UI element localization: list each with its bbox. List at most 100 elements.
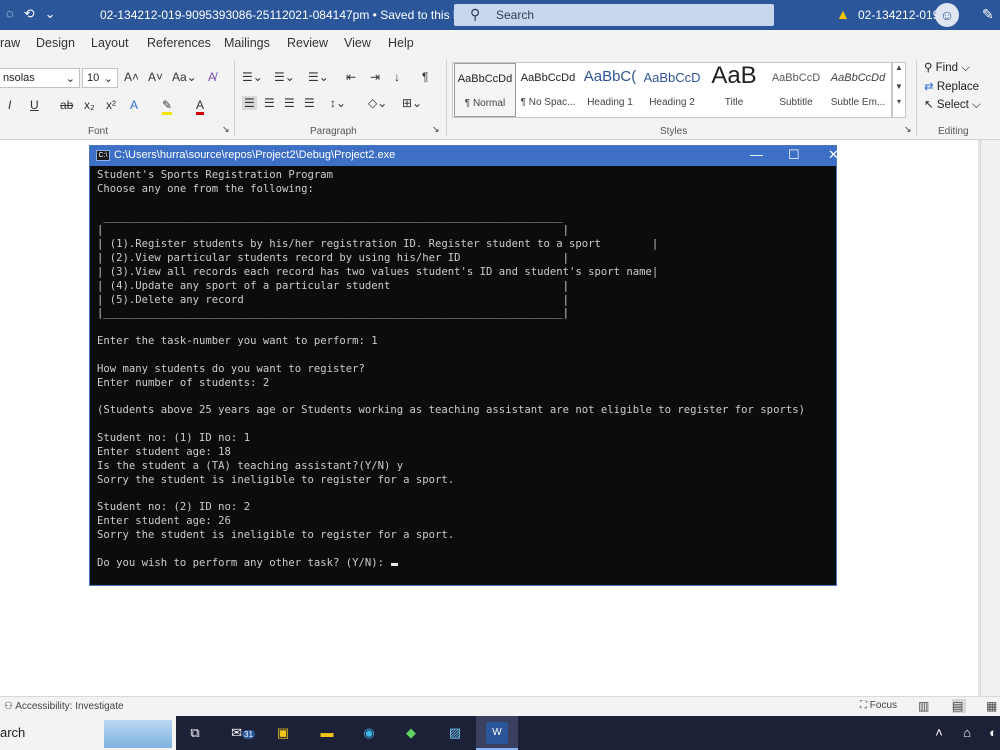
focus-label: Focus [869, 700, 898, 711]
superscript-icon[interactable]: x² [106, 98, 116, 112]
style-heading-1[interactable]: AaBbC( Heading 1 [579, 63, 641, 117]
tab-layout[interactable]: Layout [91, 36, 129, 50]
print-layout-icon[interactable]: ▤ [952, 699, 966, 713]
increase-indent-icon[interactable]: ⇥ [370, 70, 380, 84]
align-center-icon[interactable]: ☰ [264, 96, 275, 110]
more-styles-icon[interactable]: ▾ [893, 97, 905, 106]
tab-mailings[interactable]: Mailings [224, 36, 270, 50]
shrink-font-icon[interactable]: A˅ [148, 70, 163, 84]
chevron-down-icon: ⌄ [103, 73, 113, 85]
style-preview: AaBbCcDd [830, 72, 886, 84]
account-name[interactable]: 02-134212-019 [858, 8, 939, 22]
search-box[interactable]: ⚲ Search [454, 4, 774, 26]
autosave-icon[interactable]: ◌ [6, 6, 14, 22]
style-subtitle[interactable]: AaBbCcD Subtitle [765, 63, 827, 117]
styles-dialog-icon[interactable]: ↘ [904, 124, 912, 135]
clion-icon[interactable]: ◆ [400, 722, 422, 744]
paragraph-dialog-icon[interactable]: ↘ [432, 124, 440, 135]
style-name: Heading 2 [649, 97, 695, 108]
tab-help[interactable]: Help [388, 36, 414, 50]
font-size-value: 10 [87, 72, 100, 84]
accessibility-label: Accessibility: Investigate [15, 701, 124, 712]
taskbar: arch ⧉ ✉ 31 ▣ ▬ ◉ ◆ ▨ W ˄ ⌂ ◐ [0, 716, 1000, 750]
tab-design[interactable]: Design [36, 36, 75, 50]
document-title[interactable]: 02-134212-019-9095393086-25112021-084147… [100, 8, 482, 23]
decrease-indent-icon[interactable]: ⇤ [346, 70, 356, 84]
italic-icon[interactable]: I [8, 98, 11, 112]
maximize-icon[interactable]: ☐ [788, 147, 800, 163]
focus-button[interactable]: ⛶ Focus [860, 700, 897, 711]
chevron-down-icon[interactable]: ▼ [893, 82, 905, 91]
style-title[interactable]: AaB Title [703, 62, 765, 117]
style-no-spacing[interactable]: AaBbCcDd ¶ No Spac... [517, 63, 579, 117]
chevron-up-icon[interactable]: ˄ [928, 722, 950, 744]
minimize-icon[interactable]: — [750, 147, 763, 162]
tab-review[interactable]: Review [287, 36, 328, 50]
pen-icon[interactable]: ✎ [982, 6, 994, 23]
network-icon[interactable]: ⌂ [956, 722, 978, 744]
undo-icon[interactable]: ⟲ [24, 6, 35, 22]
edge-icon[interactable]: ◉ [358, 722, 380, 744]
editing-group-label: Editing [938, 126, 969, 137]
quick-access-toolbar: ◌ ⟲ ⌄ [6, 6, 56, 22]
volume-icon[interactable]: ◐ [982, 722, 1000, 744]
calendar-icon[interactable]: ✉ 31 [228, 722, 258, 744]
avatar[interactable]: ☺ [935, 3, 959, 27]
sort-icon[interactable]: ↓ [394, 70, 400, 84]
highlight-icon[interactable]: ✎ [162, 98, 173, 115]
search-label: Search [496, 8, 535, 22]
close-icon[interactable]: ✕ [828, 147, 839, 163]
replace-button[interactable]: ⇄ Replace [924, 79, 981, 93]
store-icon[interactable]: ▣ [272, 722, 294, 744]
underline-icon[interactable]: U [30, 98, 39, 112]
focus-icon: ⛶ [860, 700, 870, 711]
file-explorer-icon[interactable]: ▬ [316, 722, 338, 744]
search-highlight-image[interactable] [104, 720, 172, 748]
warning-icon[interactable]: ▲ [836, 6, 850, 22]
justify-icon[interactable]: ☰ [304, 96, 315, 110]
paragraph-mark-icon[interactable]: ¶ [422, 70, 428, 84]
font-size-box[interactable]: 10 ⌄ [82, 68, 118, 88]
photos-icon[interactable]: ▨ [444, 722, 466, 744]
numbering-icon[interactable]: ☰⌄ [274, 70, 295, 84]
select-button[interactable]: ↖ Select ⌵ [924, 97, 981, 112]
font-name-box[interactable]: nsolas ⌄ [0, 68, 80, 88]
chevron-up-icon[interactable]: ▲ [893, 63, 905, 72]
style-preview: AaB [711, 62, 757, 89]
align-right-icon[interactable]: ☰ [284, 96, 295, 110]
style-normal[interactable]: AaBbCcDd ¶ Normal [454, 63, 516, 117]
style-subtle-emphasis[interactable]: AaBbCcDd Subtle Em... [827, 63, 889, 117]
font-dialog-icon[interactable]: ↘ [222, 124, 230, 135]
align-left-icon[interactable]: ☰ [242, 96, 257, 110]
text-effects-icon[interactable]: A [130, 98, 138, 112]
search-icon: ⚲ [924, 62, 936, 74]
select-label: Select ⌵ [936, 99, 981, 111]
line-spacing-icon[interactable]: ↕⌄ [330, 96, 346, 110]
find-label: Find ⌵ [935, 62, 970, 74]
console-title-bar[interactable]: C:\ C:\Users\hurra\source\repos\Project2… [90, 146, 839, 166]
change-case-icon[interactable]: Aa⌄ [172, 70, 197, 84]
web-layout-icon[interactable]: ▦ [986, 699, 1000, 713]
font-color-icon[interactable]: A [196, 98, 205, 115]
word-taskbar-button[interactable]: W [476, 716, 518, 750]
vertical-scrollbar[interactable] [980, 140, 1000, 696]
styles-scroll[interactable]: ▲ ▼ ▾ [892, 62, 906, 118]
shading-icon[interactable]: ◇⌄ [368, 96, 387, 110]
bullets-icon[interactable]: ☰⌄ [242, 70, 263, 84]
strikethrough-icon[interactable]: ab [60, 98, 73, 112]
console-window[interactable]: C:\ C:\Users\hurra\source\repos\Project2… [89, 145, 839, 586]
borders-icon[interactable]: ⊞⌄ [402, 96, 422, 110]
accessibility-status[interactable]: ⚇ Accessibility: Investigate [4, 701, 124, 712]
subscript-icon[interactable]: x₂ [84, 98, 95, 112]
customize-toolbar-icon[interactable]: ⌄ [45, 6, 56, 22]
clear-format-icon[interactable]: A̸ [208, 70, 216, 84]
tab-draw[interactable]: raw [0, 36, 20, 50]
tab-view[interactable]: View [344, 36, 371, 50]
find-button[interactable]: ⚲ Find ⌵ [924, 60, 981, 75]
grow-font-icon[interactable]: A˄ [124, 70, 139, 84]
style-heading-2[interactable]: AaBbCcD Heading 2 [641, 63, 703, 117]
multilevel-list-icon[interactable]: ☰⌄ [308, 70, 329, 84]
tab-references[interactable]: References [147, 36, 211, 50]
read-mode-icon[interactable]: ▥ [918, 699, 932, 713]
task-view-icon[interactable]: ⧉ [184, 722, 206, 744]
